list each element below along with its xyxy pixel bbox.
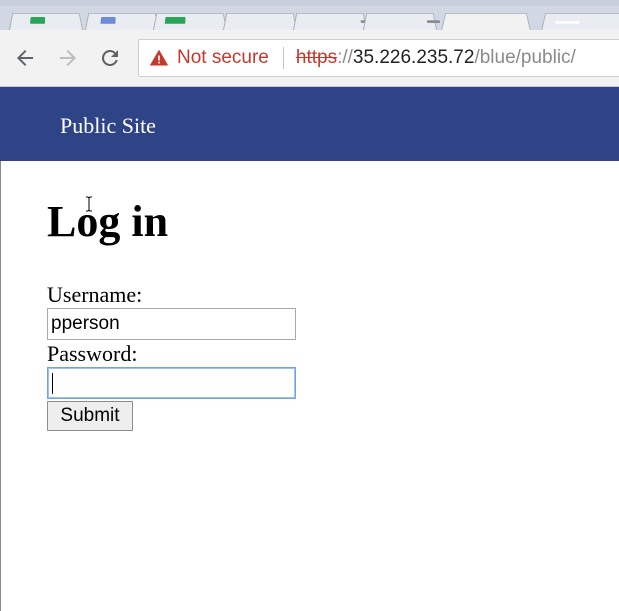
tab-strip [0,0,619,30]
address-bar[interactable]: Not secure https://35.226.235.72/blue/pu… [138,39,619,77]
browser-tab-6[interactable] [362,13,441,30]
tab-favicon-icon [426,20,441,23]
submit-button[interactable]: Submit [47,401,133,431]
address-divider [282,47,284,69]
text-caret [52,373,53,394]
password-input[interactable] [47,367,296,399]
tab-strip-top [0,0,619,6]
browser-tab-2[interactable] [84,13,160,30]
tab-favicon-icon [164,16,186,24]
reload-icon [101,49,118,66]
browser-tab-1[interactable] [8,13,84,30]
reload-button[interactable] [96,44,124,72]
arrow-right-icon [60,50,76,66]
tab-favicon-icon [100,16,116,24]
browser-tab-8[interactable] [540,13,619,30]
browser-tab-4[interactable] [222,13,298,30]
url-separator: :// [337,47,353,68]
window-edge [0,161,1,611]
forward-button[interactable] [54,44,82,72]
security-label[interactable]: Not secure [177,47,269,69]
username-input[interactable] [47,308,296,340]
browser-tab-3[interactable] [152,13,228,30]
username-label: Username: [47,282,143,307]
browser-toolbar: Not secure https://35.226.235.72/blue/pu… [0,30,619,87]
browser-tab-5[interactable] [292,13,375,30]
tab-favicon-icon [554,21,580,24]
tab-favicon-icon [30,16,46,24]
page-title: Log in [47,197,169,246]
url-host: 35.226.235.72 [352,47,475,68]
url-scheme: https [295,47,338,68]
back-button[interactable] [11,44,39,72]
warning-triangle-icon [149,49,169,66]
browser-tab-active[interactable] [440,13,532,30]
url-path: /blue/public/ [474,47,576,68]
password-label: Password: [47,341,138,366]
text-cursor-icon [86,196,92,212]
site-header: Public Site [0,87,619,161]
site-title-link[interactable]: Public Site [60,113,156,139]
arrow-left-icon [17,50,33,66]
